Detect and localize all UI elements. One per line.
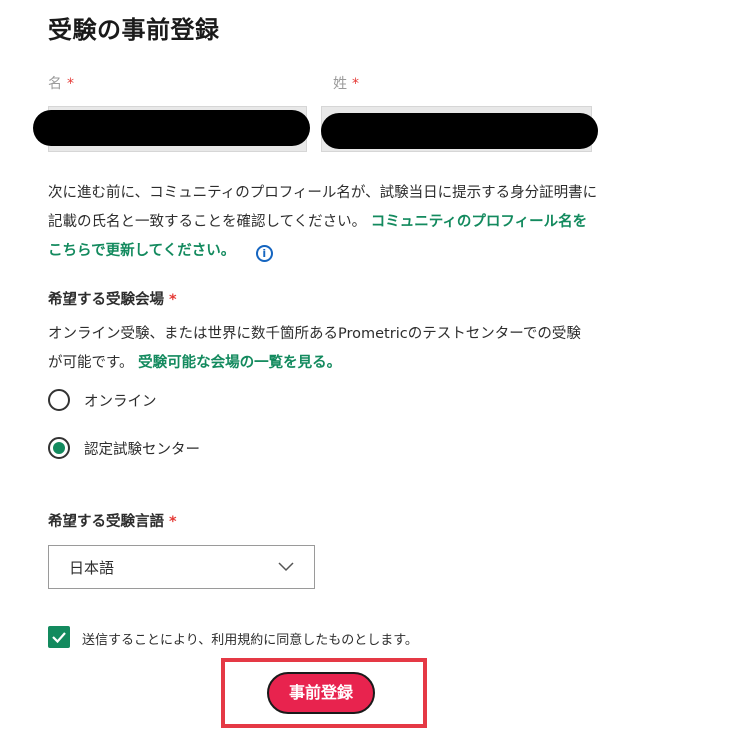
info-icon[interactable]: i [255, 245, 273, 262]
last-name-label: 姓 * [333, 73, 359, 93]
redaction-bar [321, 113, 598, 149]
language-label: 希望する受験言語 * [48, 510, 177, 531]
last-name-label-text: 姓 [333, 76, 347, 92]
radio-option-test-center[interactable]: 認定試験センター [48, 437, 200, 459]
preregister-button[interactable]: 事前登録 [267, 672, 375, 714]
location-description: オンライン受験、または世界に数千箇所あるPrometricのテストセンターでの受… [48, 320, 593, 378]
test-centers-link[interactable]: 受験可能な会場の一覧を見る。 [138, 355, 341, 371]
consent-text: 送信することにより、利用規約に同意したものとします。 [82, 633, 418, 648]
first-name-label: 名 * [48, 73, 74, 93]
required-mark: * [67, 76, 74, 92]
required-mark: * [169, 292, 177, 308]
consent-checkbox[interactable] [48, 626, 70, 648]
profile-name-notice: 次に進む前に、コミュニティのプロフィール名が、試験当日に提示する身分証明書に記載… [48, 179, 598, 266]
radio-label: オンライン [84, 393, 157, 410]
checkmark-icon [52, 632, 66, 644]
page-title: 受験の事前登録 [48, 16, 220, 44]
language-select-value: 日本語 [69, 559, 115, 577]
location-label: 希望する受験会場 * [48, 288, 177, 309]
radio-button[interactable] [48, 389, 70, 411]
language-label-text: 希望する受験言語 [48, 514, 164, 530]
radio-label: 認定試験センター [84, 441, 200, 458]
first-name-label-text: 名 [48, 76, 62, 92]
chevron-down-icon [278, 562, 294, 572]
required-mark: * [352, 76, 359, 92]
radio-option-online[interactable]: オンライン [48, 389, 157, 411]
location-label-text: 希望する受験会場 [48, 292, 164, 308]
redaction-bar [33, 110, 310, 146]
required-mark: * [169, 514, 177, 530]
radio-button-selected[interactable] [48, 437, 70, 459]
language-select[interactable]: 日本語 [48, 545, 315, 589]
